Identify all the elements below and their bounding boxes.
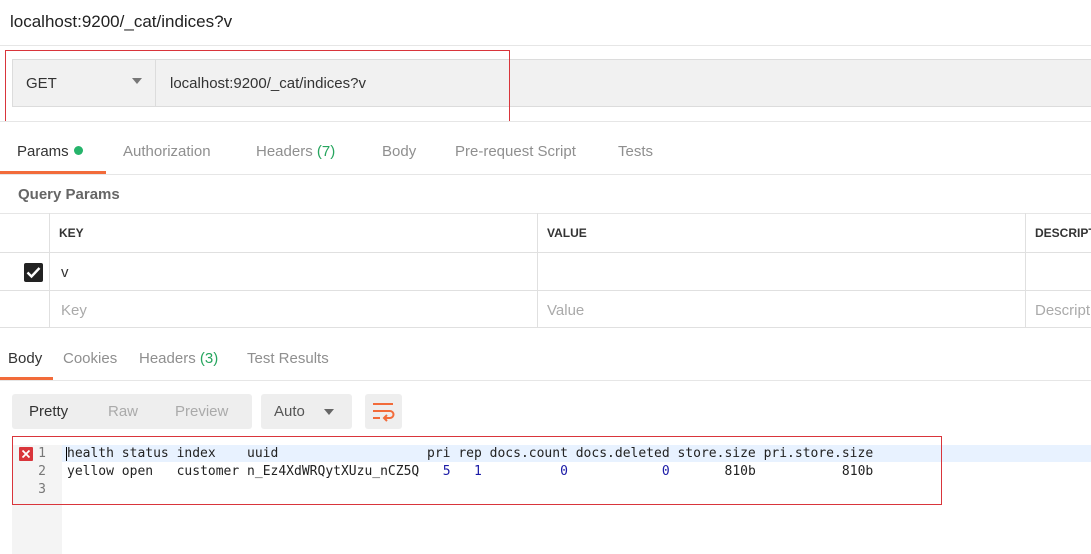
response-tab-body[interactable]: Body [8, 350, 42, 367]
column-header-description: DESCRIPT [1026, 213, 1091, 253]
annotation-box-request [5, 50, 510, 122]
checkmark-icon [26, 267, 41, 279]
response-tab-cookies[interactable]: Cookies [63, 350, 117, 367]
response-tab-test-results[interactable]: Test Results [247, 350, 329, 367]
response-tab-headers[interactable]: Headers (3) [139, 350, 218, 367]
params-table: KEY VALUE DESCRIPT v Key Value Descript [0, 213, 1091, 328]
new-value-placeholder: Value [547, 302, 585, 319]
tab-params-label: Params [17, 143, 69, 160]
tab-authorization[interactable]: Authorization [123, 143, 211, 160]
tab-pre-request-script[interactable]: Pre-request Script [455, 143, 576, 160]
raw-button[interactable]: Raw [108, 403, 138, 420]
divider [0, 45, 1091, 46]
annotation-box-response [12, 436, 942, 505]
column-header-value: VALUE [538, 213, 1026, 253]
tab-tests[interactable]: Tests [618, 143, 653, 160]
new-key-cell[interactable]: Key [50, 291, 538, 328]
query-params-label: Query Params [18, 186, 120, 203]
column-header-key: KEY [50, 213, 538, 253]
divider [0, 380, 1091, 381]
param-key: v [61, 264, 69, 281]
tab-body[interactable]: Body [382, 143, 416, 160]
active-dot-icon [73, 146, 83, 155]
new-description-cell[interactable]: Descript [1026, 291, 1091, 328]
divider [0, 174, 1091, 175]
new-value-cell[interactable]: Value [538, 291, 1026, 328]
pretty-button[interactable]: Pretty [29, 403, 68, 420]
param-enabled-checkbox[interactable] [24, 263, 43, 282]
view-mode-group: Pretty Raw Preview [12, 394, 252, 429]
response-tab-headers-label: Headers [139, 350, 196, 367]
wrap-lines-icon [373, 403, 395, 422]
request-title: localhost:9200/_cat/indices?v [10, 12, 233, 31]
tab-params[interactable]: Params [17, 143, 83, 160]
tab-headers-label: Headers [256, 143, 313, 160]
preview-button[interactable]: Preview [175, 403, 228, 420]
param-description-cell[interactable] [1026, 253, 1091, 291]
new-key-placeholder: Key [61, 302, 87, 319]
format-label: Auto [274, 403, 305, 420]
tab-headers-count: (7) [316, 143, 336, 160]
response-tab-headers-count: (3) [199, 350, 219, 367]
divider [0, 121, 1091, 122]
wrap-lines-button[interactable] [365, 394, 402, 429]
table-header-spacer [0, 213, 50, 253]
param-value-cell[interactable] [538, 253, 1026, 291]
format-select[interactable]: Auto [261, 394, 352, 429]
tab-headers[interactable]: Headers (7) [256, 143, 335, 160]
chevron-down-icon [324, 409, 334, 415]
new-description-placeholder: Descript [1035, 302, 1091, 319]
row-checkbox-cell [0, 291, 50, 328]
param-key-cell[interactable]: v [50, 253, 538, 291]
